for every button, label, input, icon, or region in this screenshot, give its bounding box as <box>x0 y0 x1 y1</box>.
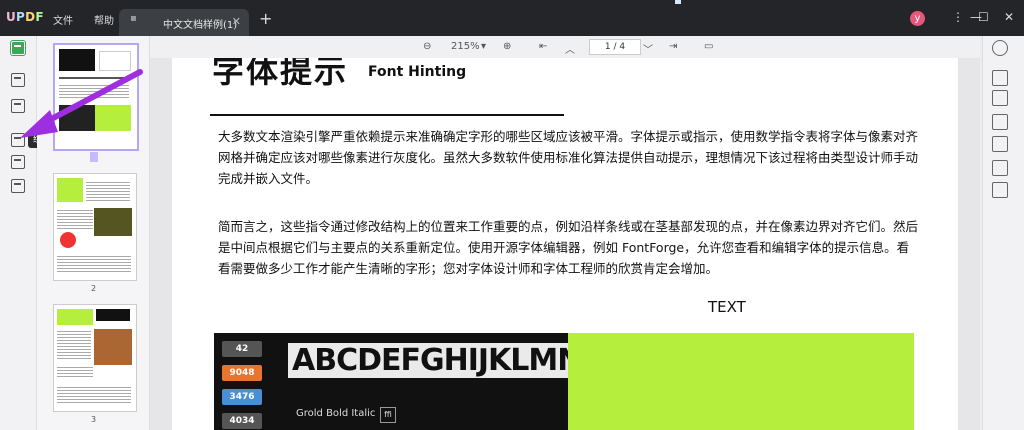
tab-title: 中文文档样例(1) <box>163 20 238 31</box>
mail-icon[interactable] <box>992 160 1008 176</box>
page-input[interactable]: 1 / 4 <box>589 39 641 55</box>
organize-pages-icon[interactable] <box>10 132 26 148</box>
tab-drag-icon: ▪ <box>130 13 137 24</box>
maximize-button[interactable]: ☐ <box>978 10 989 24</box>
protect-icon[interactable] <box>992 114 1008 130</box>
document-viewer[interactable]: 字体提示 Font Hinting 大多数文本渲染引擎严重依赖提示来准确确定字形… <box>150 58 980 430</box>
paragraph-2: 简而言之，这些指令通过修改结构上的位置来工作重要的点，例如沿样条线或在茎基部发现… <box>218 219 919 276</box>
presentation-icon[interactable]: ▭ <box>704 41 713 52</box>
page-number-3: 3 <box>91 415 97 424</box>
tag-2: 9048 <box>222 365 262 381</box>
image-caption: Grold Bold Italic <box>296 408 376 419</box>
crop-icon[interactable] <box>10 154 26 170</box>
document-page: 字体提示 Font Hinting 大多数文本渲染引擎严重依赖提示来准确确定字形… <box>172 58 958 430</box>
tag-1: 42 <box>222 341 262 357</box>
next-page-button[interactable]: ﹀ <box>643 41 653 56</box>
avatar[interactable]: y <box>910 11 925 26</box>
close-window-button[interactable]: ✕ <box>1004 10 1014 24</box>
image-big-text: ABCDEFGHIJKLMNO <box>288 343 568 378</box>
last-page-button[interactable]: ⇥ <box>669 41 677 52</box>
title-bar: UPDF 文件 帮助 ▪ 中文文档样例(1) ✕ + y ⋮ — ☐ ✕ <box>0 0 1024 36</box>
heading-en: Font Hinting <box>368 64 467 80</box>
lime-block <box>568 333 914 430</box>
tag-4: 4034 <box>222 413 262 429</box>
thumbnail-page-1[interactable] <box>53 43 139 151</box>
font-image: 42 9048 3476 4034 ABCDEFGHIJKLMNO Grold … <box>214 333 568 430</box>
save-icon[interactable] <box>992 182 1008 198</box>
left-rail <box>0 36 37 430</box>
text-label: TEXT <box>708 298 746 316</box>
menu-file[interactable]: 文件 <box>53 12 73 27</box>
thumbnail-panel: 2 3 <box>37 36 150 430</box>
app-logo: UPDF <box>6 10 44 24</box>
more-icon[interactable]: ⋮ <box>952 10 964 24</box>
view-toolbar: ⊖ 215% ▾ ⊕ ⇤ ︿ 1 / 4 ﹀ ⇥ ▭ <box>150 36 980 58</box>
menu-help[interactable]: 帮助 <box>94 12 114 27</box>
right-rail <box>982 36 1024 430</box>
convert-icon[interactable] <box>992 90 1008 106</box>
thumbnail-icon[interactable] <box>10 40 26 56</box>
document-tab[interactable]: ▪ 中文文档样例(1) ✕ <box>119 9 249 36</box>
zoom-out-button[interactable]: ⊖ <box>423 41 431 52</box>
ocr-icon[interactable] <box>10 178 26 194</box>
new-tab-button[interactable]: + <box>259 9 272 28</box>
top-accent <box>675 0 681 4</box>
highlight-icon[interactable] <box>10 72 26 88</box>
page-badge <box>90 152 98 162</box>
first-page-button[interactable]: ⇤ <box>539 41 547 52</box>
prev-page-button[interactable]: ︿ <box>565 41 575 56</box>
heading-rule <box>210 114 564 116</box>
tag-3: 3476 <box>222 389 262 405</box>
zoom-value[interactable]: 215% <box>451 41 480 52</box>
zoom-in-button[interactable]: ⊕ <box>503 41 511 52</box>
zoom-dropdown-icon[interactable]: ▾ <box>481 41 486 52</box>
ocr-export-icon[interactable] <box>992 70 1008 86</box>
thumbnail-page-3[interactable] <box>53 304 137 412</box>
heading-cn: 字体提示 <box>212 58 349 90</box>
page-number-2: 2 <box>91 284 97 293</box>
thumbnail-page-2[interactable] <box>53 173 137 281</box>
search-icon[interactable] <box>992 40 1008 56</box>
close-tab-icon[interactable]: ✕ <box>232 15 241 28</box>
ligature-glyph: ffi <box>380 407 396 423</box>
edit-icon[interactable] <box>10 98 26 114</box>
share-icon[interactable] <box>992 136 1008 152</box>
paragraph-1: 大多数文本渲染引擎严重依赖提示来准确确定字形的哪些区域应该被平滑。字体提示或指示… <box>218 129 919 186</box>
